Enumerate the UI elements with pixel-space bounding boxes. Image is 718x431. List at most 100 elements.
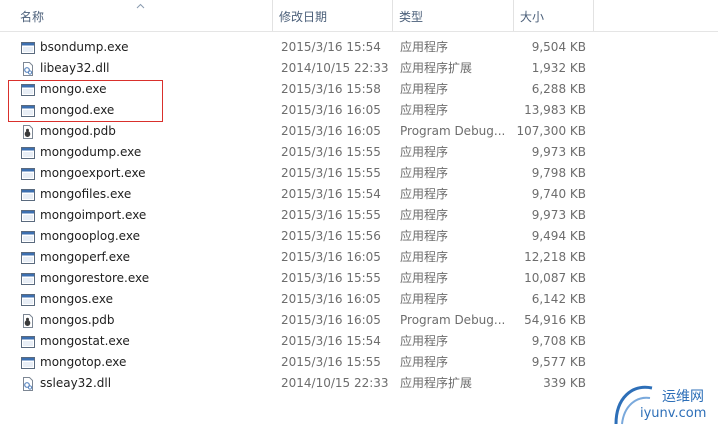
pdb-icon [20,124,36,140]
file-name: libeay32.dll [40,61,110,75]
file-size: 9,494 KB [531,229,586,243]
column-header-type[interactable]: 类型 [393,0,514,31]
file-name: mongos.pdb [40,313,115,327]
file-date: 2015/3/16 16:05 [281,124,381,138]
file-size: 54,916 KB [524,313,586,327]
file-row[interactable]: mongoimport.exe 2015/3/16 15:55 应用程序 9,973 … [0,205,600,226]
file-name: mongod.pdb [40,124,116,138]
file-size: 12,218 KB [524,250,586,264]
file-date: 2015/3/16 15:55 [281,145,381,159]
file-name: mongos.exe [40,292,113,306]
file-size: 9,740 KB [531,187,586,201]
app-icon [20,187,36,203]
file-type: 应用程序 [400,271,449,285]
pdb-icon [20,313,36,329]
column-header-bar: 名称 修改日期 类型 大小 [0,0,718,32]
file-name: mongodump.exe [40,145,142,159]
file-type: 应用程序 [400,250,449,264]
file-size: 1,932 KB [531,61,586,75]
column-header-date[interactable]: 修改日期 [273,0,393,31]
file-row[interactable]: mongostat.exe 2015/3/16 15:54 应用程序 9,708 KB [0,331,600,352]
app-icon [20,229,36,245]
file-size: 9,973 KB [531,145,586,159]
file-size: 10,087 KB [524,271,586,285]
file-date: 2015/3/16 15:54 [281,40,381,54]
file-type: 应用程序 [400,40,449,54]
file-row[interactable]: mongodump.exe 2015/3/16 15:55 应用程序 9,973 KB [0,142,600,163]
file-name: bsondump.exe [40,40,129,54]
file-name: ssleay32.dll [40,376,112,390]
file-date: 2014/10/15 22:33 [281,61,389,75]
column-header-name[interactable]: 名称 [14,0,273,31]
file-name: mongoexport.exe [40,166,146,180]
file-row[interactable]: mongooplog.exe 2015/3/16 15:56 应用程序 9,494 K… [0,226,600,247]
file-size: 9,504 KB [531,40,586,54]
app-icon [20,355,36,371]
file-date: 2015/3/16 15:56 [281,229,381,243]
watermark-logo: 运维网 iyunv.com [612,378,716,428]
file-type: 应用程序 [400,334,449,348]
file-row[interactable]: libeay32.dll 2014/10/15 22:33 应用程序扩展 1,932 … [0,58,600,79]
file-row[interactable]: bsondump.exe 2015/3/16 15:54 应用程序 9,504 KB [0,37,600,58]
file-size: 13,983 KB [524,103,586,117]
file-name: mongofiles.exe [40,187,132,201]
file-size: 9,798 KB [531,166,586,180]
file-row[interactable]: ssleay32.dll 2014/10/15 22:33 应用程序扩展 339 KB [0,373,600,394]
column-header-size[interactable]: 大小 [514,0,594,31]
file-type: Program Debug... [400,124,506,138]
file-date: 2015/3/16 15:55 [281,166,381,180]
app-icon [20,271,36,287]
file-size: 9,973 KB [531,208,586,222]
file-name: mongotop.exe [40,355,127,369]
file-date: 2015/3/16 15:55 [281,271,381,285]
file-date: 2015/3/16 15:54 [281,187,381,201]
watermark-text-cn: 运维网 [662,389,704,405]
file-date: 2015/3/16 15:55 [281,355,381,369]
file-date: 2015/3/16 16:05 [281,292,381,306]
file-date: 2014/10/15 22:33 [281,376,389,390]
file-row[interactable]: mongoperf.exe 2015/3/16 16:05 应用程序 12,218 K… [0,247,600,268]
file-size: 339 KB [543,376,586,390]
file-type: 应用程序 [400,229,449,243]
file-type: 应用程序扩展 [400,376,473,390]
file-date: 2015/3/16 15:58 [281,82,381,96]
file-name: mongorestore.exe [40,271,150,285]
file-row[interactable]: mongoexport.exe 2015/3/16 15:55 应用程序 9,798 … [0,163,600,184]
file-type: 应用程序 [400,103,449,117]
file-name: mongoperf.exe [40,250,130,264]
file-type: 应用程序 [400,145,449,159]
file-date: 2015/3/16 15:54 [281,334,381,348]
file-row[interactable]: mongofiles.exe 2015/3/16 15:54 应用程序 9,740 K… [0,184,600,205]
file-row[interactable]: mongos.pdb 2015/3/16 16:05 Program Debug..… [0,310,600,331]
app-icon [20,334,36,350]
file-name: mongooplog.exe [40,229,140,243]
file-name: mongoimport.exe [40,208,147,222]
file-type: 应用程序 [400,292,449,306]
highlight-box [8,80,163,122]
file-size: 6,288 KB [531,82,586,96]
app-icon [20,292,36,308]
file-type: 应用程序 [400,355,449,369]
file-type: Program Debug... [400,313,506,327]
watermark-text-url: iyunv.com [640,406,707,421]
file-size: 9,708 KB [531,334,586,348]
file-size: 107,300 KB [516,124,586,138]
file-size: 9,577 KB [531,355,586,369]
file-row[interactable]: mongorestore.exe 2015/3/16 15:55 应用程序 10,08… [0,268,600,289]
file-size: 6,142 KB [531,292,586,306]
app-icon [20,145,36,161]
file-type: 应用程序 [400,208,449,222]
dll-icon [20,61,36,77]
file-row[interactable]: mongotop.exe 2015/3/16 15:55 应用程序 9,577 KB [0,352,600,373]
app-icon [20,250,36,266]
file-name: mongostat.exe [40,334,130,348]
file-row[interactable]: mongos.exe 2015/3/16 16:05 应用程序 6,142 KB [0,289,600,310]
file-type: 应用程序扩展 [400,61,473,75]
dll-icon [20,376,36,392]
app-icon [20,208,36,224]
app-icon [20,166,36,182]
file-type: 应用程序 [400,166,449,180]
file-type: 应用程序 [400,187,449,201]
file-row[interactable]: mongod.pdb 2015/3/16 16:05 Program Debug..… [0,121,600,142]
app-icon [20,40,36,56]
